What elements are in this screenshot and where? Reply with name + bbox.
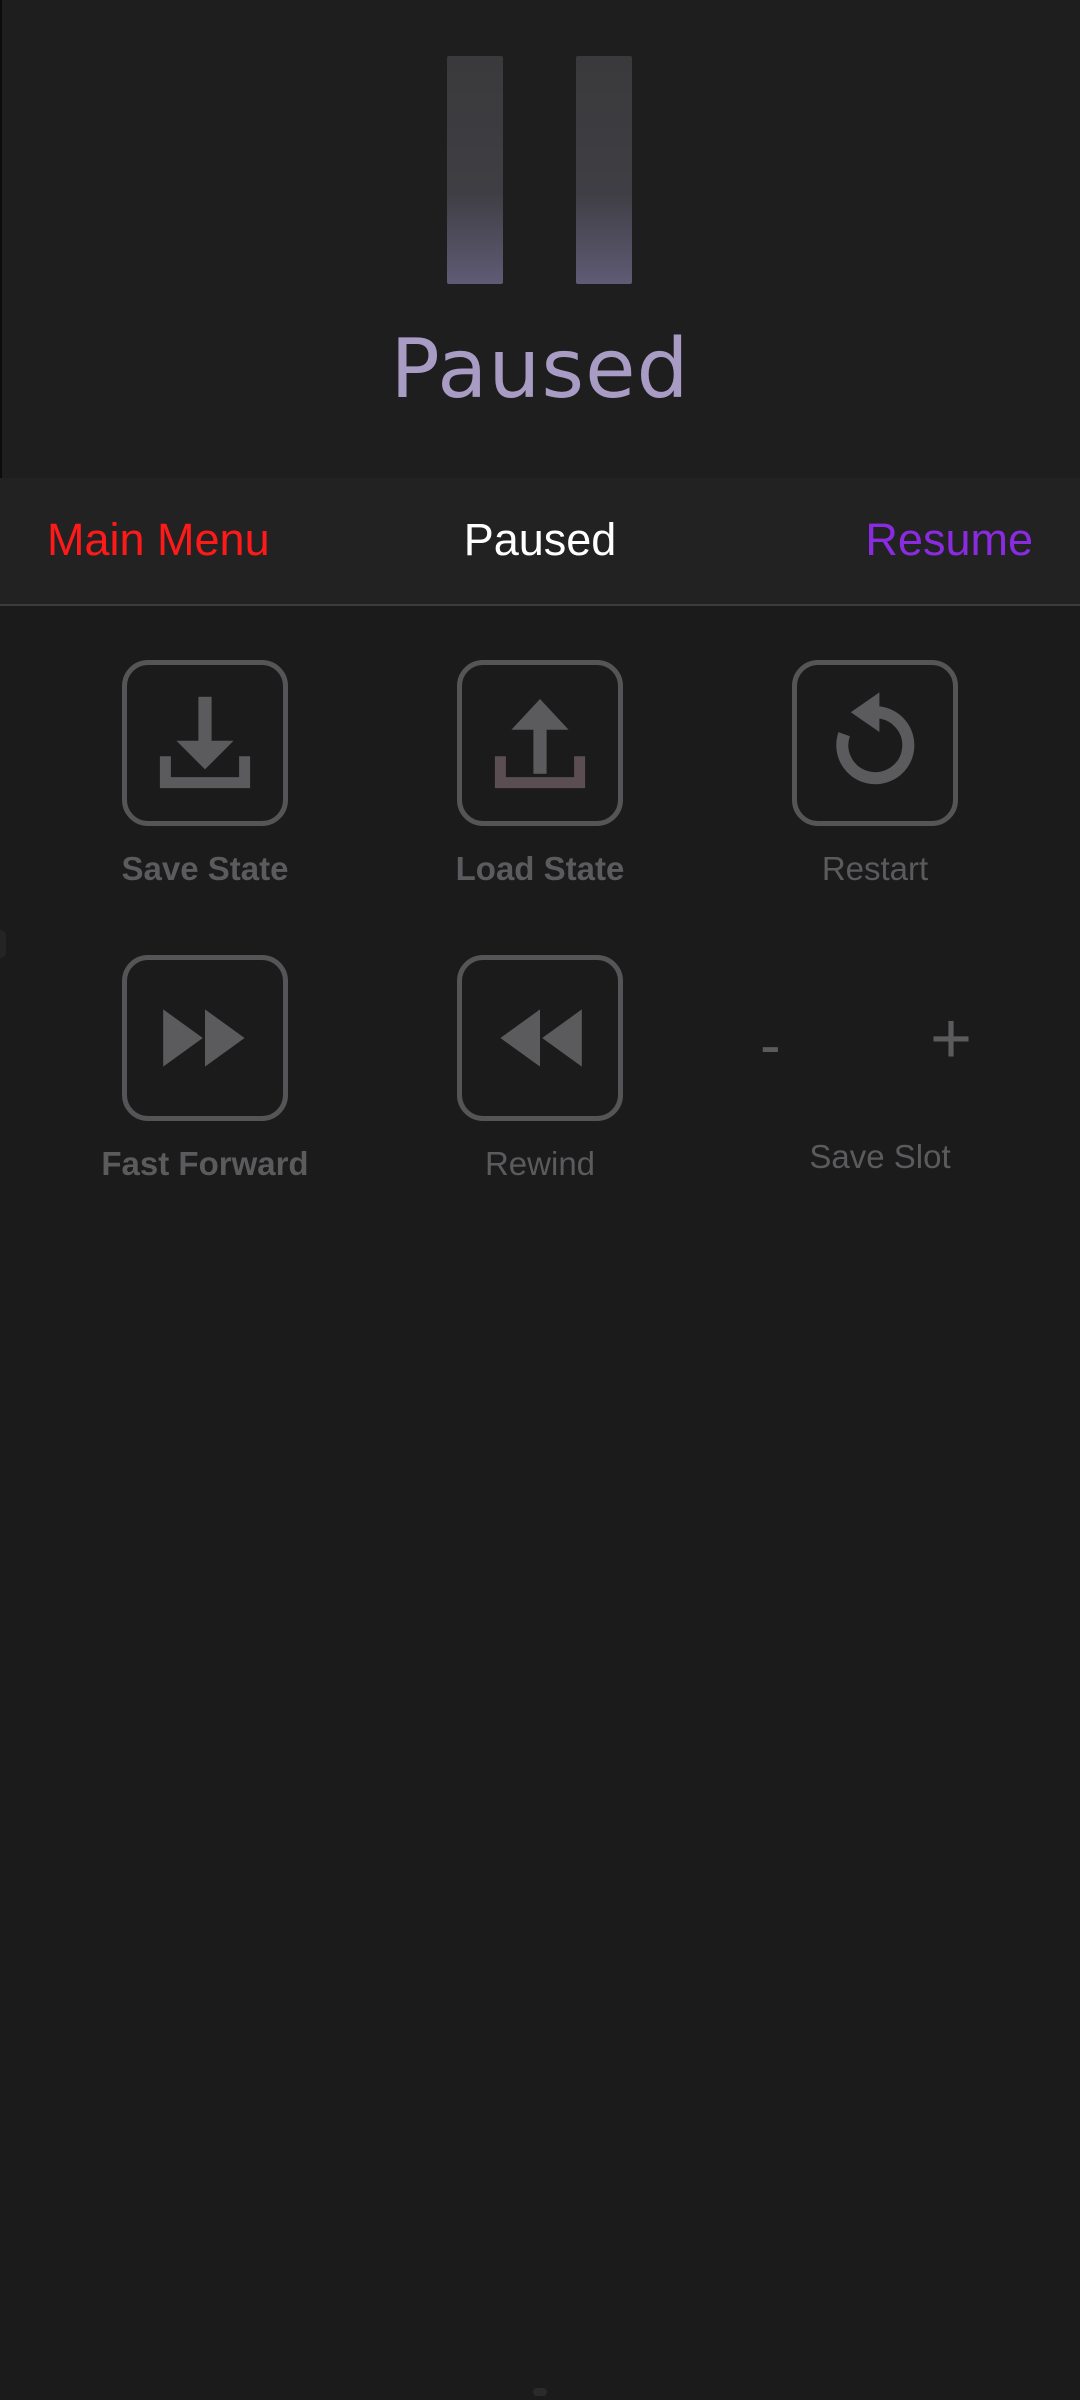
edge-handle — [0, 930, 6, 958]
fast-forward-label: Fast Forward — [101, 1145, 309, 1182]
load-state-button[interactable]: Load State — [415, 660, 665, 888]
save-state-icon — [159, 696, 251, 789]
restart-label: Restart — [821, 850, 929, 887]
rewind-icon — [500, 1009, 582, 1067]
game-paused-text: Paused — [390, 322, 690, 417]
restart-icon — [836, 692, 915, 785]
rewind-tile — [457, 955, 623, 1121]
save-slot-decrement-button[interactable]: - — [760, 1010, 781, 1081]
load-state-icon — [494, 699, 586, 789]
rewind-label: Rewind — [484, 1145, 596, 1182]
resume-button[interactable]: Resume — [865, 514, 1033, 566]
fast-forward-tile — [122, 955, 288, 1121]
restart-tile — [792, 660, 958, 826]
save-slot-label: Save Slot — [809, 1138, 951, 1175]
pause-menu-navbar: Main Menu Paused Resume — [0, 478, 1080, 606]
fast-forward-button[interactable]: Fast Forward — [80, 955, 330, 1183]
load-state-tile — [457, 660, 623, 826]
load-state-label: Load State — [455, 850, 625, 887]
rewind-button[interactable]: Rewind — [415, 955, 665, 1183]
restart-button[interactable]: Restart — [750, 660, 1000, 888]
save-state-button[interactable]: Save State — [80, 660, 330, 888]
save-state-tile — [122, 660, 288, 826]
fast-forward-icon — [163, 1009, 245, 1067]
save-slot-increment-button[interactable]: + — [930, 998, 972, 1080]
home-indicator — [533, 2388, 547, 2396]
pause-icon-right-bar — [576, 56, 632, 284]
main-menu-button[interactable]: Main Menu — [47, 514, 270, 566]
pause-icon-left-bar — [447, 56, 503, 284]
save-state-label: Save State — [121, 850, 289, 887]
game-screen: Paused — [0, 0, 1080, 478]
